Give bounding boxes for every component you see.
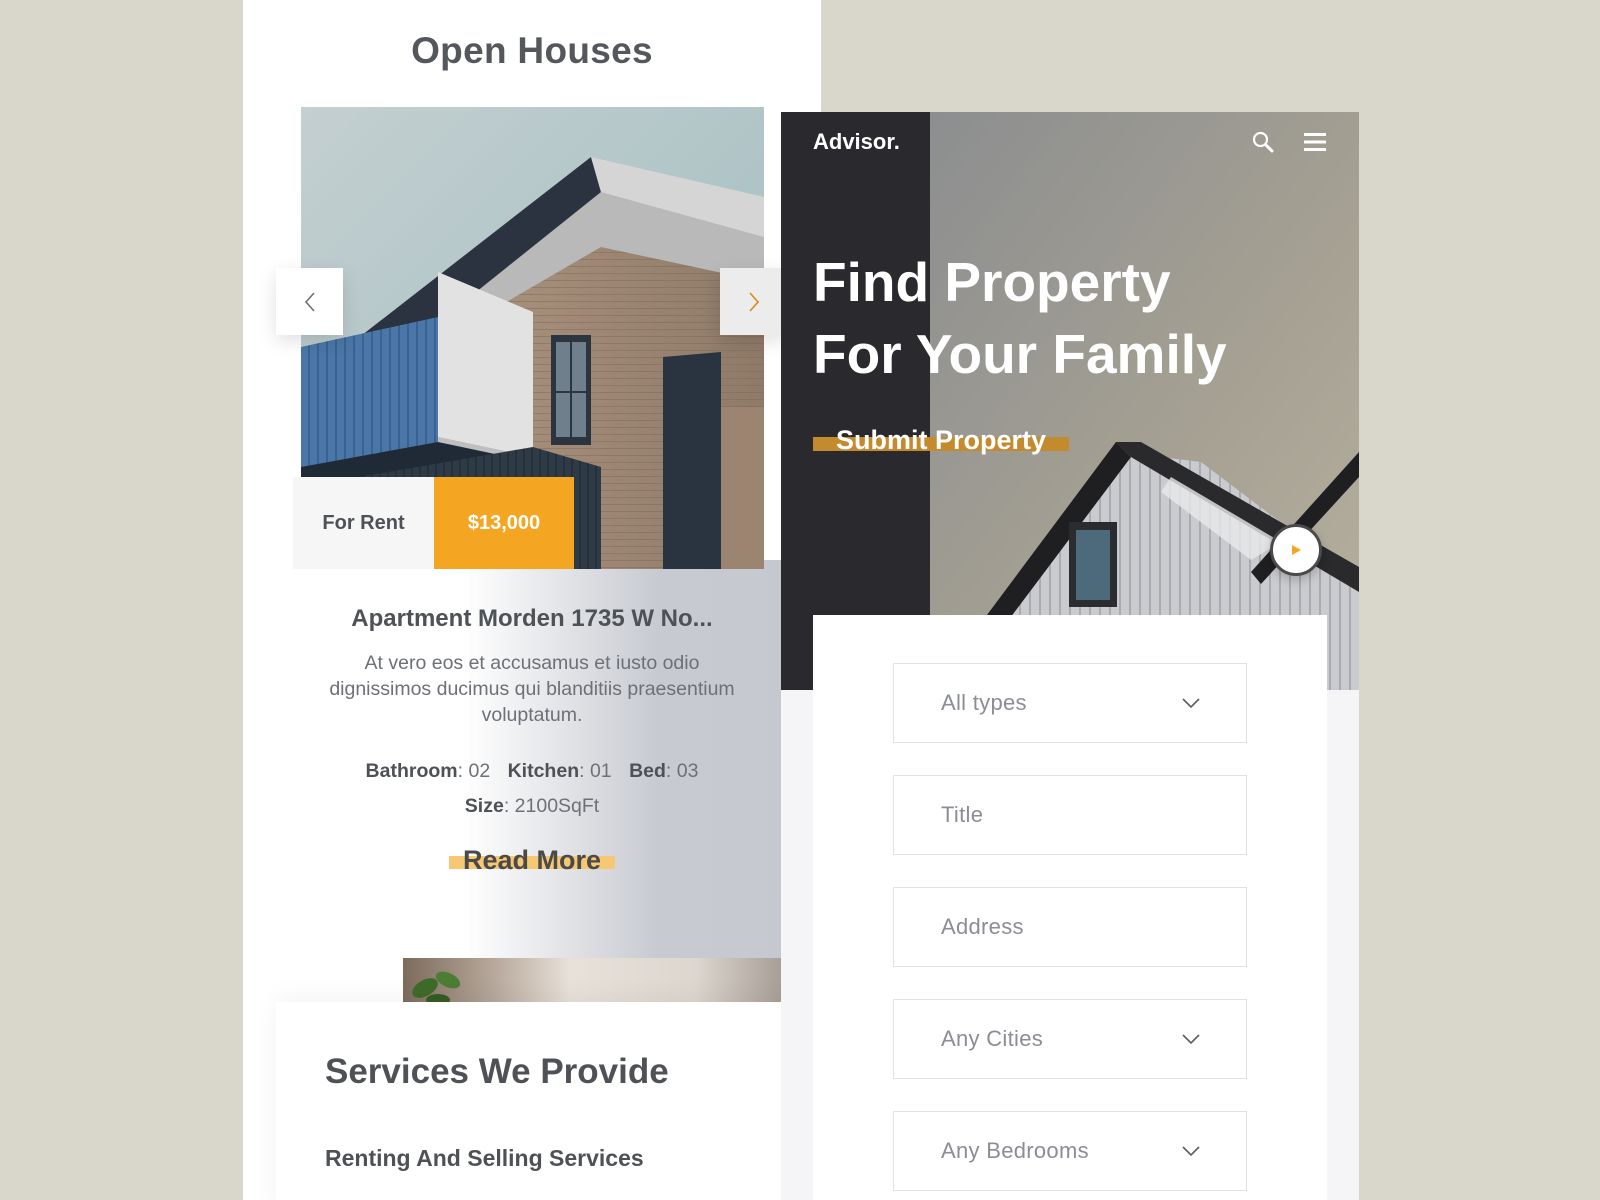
status-badge: For Rent: [293, 477, 434, 569]
bedrooms-select[interactable]: Any Bedrooms: [893, 1111, 1247, 1191]
chevron-down-icon: [1182, 1146, 1200, 1157]
spec-bed: Bed: 03: [629, 760, 699, 782]
search-form: All types Title Address Any Cities Any B…: [813, 615, 1327, 1200]
menu-button[interactable]: [1299, 126, 1331, 158]
city-select[interactable]: Any Cities: [893, 999, 1247, 1079]
hero-background: [781, 112, 1359, 690]
open-houses-screen: Open Houses For Rent $13,000 Apartment M…: [243, 0, 821, 1200]
services-title: Services We Provide: [325, 1052, 669, 1091]
listing-description: At vero eos et accusamus et iusto odio d…: [329, 652, 735, 726]
read-more-link[interactable]: Read More: [448, 845, 616, 876]
spec-size: Size: 2100SqFt: [464, 795, 600, 817]
submit-property-button[interactable]: Submit Property: [813, 425, 1070, 456]
chevron-left-icon: [304, 291, 315, 312]
hero-headline: Find Property For Your Family: [813, 246, 1273, 390]
price-badge: $13,000: [434, 477, 574, 569]
hero-headline-line2: For Your Family: [813, 323, 1227, 385]
submit-property-label: Submit Property: [813, 425, 1070, 456]
search-icon: [1252, 131, 1274, 153]
title-field[interactable]: Title: [893, 775, 1247, 855]
chevron-down-icon: [1182, 698, 1200, 709]
services-subtitle: Renting And Selling Services: [325, 1145, 644, 1171]
menu-icon: [1304, 133, 1326, 151]
next-slide-button[interactable]: [720, 268, 787, 335]
read-more-wrap: Read More: [243, 845, 821, 876]
brand-logo[interactable]: Advisor.: [813, 129, 900, 155]
title-placeholder: Title: [941, 802, 984, 827]
search-button[interactable]: [1247, 126, 1279, 158]
address-field[interactable]: Address: [893, 887, 1247, 967]
bedrooms-value: Any Bedrooms: [941, 1138, 1089, 1163]
property-type-value: All types: [941, 690, 1027, 715]
chevron-right-icon: [748, 291, 759, 312]
room-photo: [403, 958, 821, 1008]
spec-bathroom: Bathroom: 02: [365, 760, 491, 782]
section-title: Open Houses: [411, 30, 653, 71]
hero-section: [781, 112, 1359, 690]
property-type-select[interactable]: All types: [893, 663, 1247, 743]
listing-specs: Bathroom: 02 Kitchen: 01 Bed: 03 Size: 2…: [243, 754, 821, 824]
previous-slide-button[interactable]: [276, 268, 343, 335]
chevron-down-icon: [1182, 1034, 1200, 1045]
spec-kitchen: Kitchen: 01: [507, 760, 612, 782]
listing-title[interactable]: Apartment Morden 1735 W No...: [243, 605, 821, 633]
advisor-home-screen: Advisor. Find Property For Your Family S…: [781, 112, 1359, 1200]
city-value: Any Cities: [941, 1026, 1044, 1051]
play-video-button[interactable]: [1270, 524, 1322, 576]
address-placeholder: Address: [941, 914, 1024, 939]
listing-tags: For Rent $13,000: [293, 477, 574, 569]
play-icon: [1292, 545, 1301, 555]
hero-headline-line1: Find Property: [813, 251, 1171, 313]
